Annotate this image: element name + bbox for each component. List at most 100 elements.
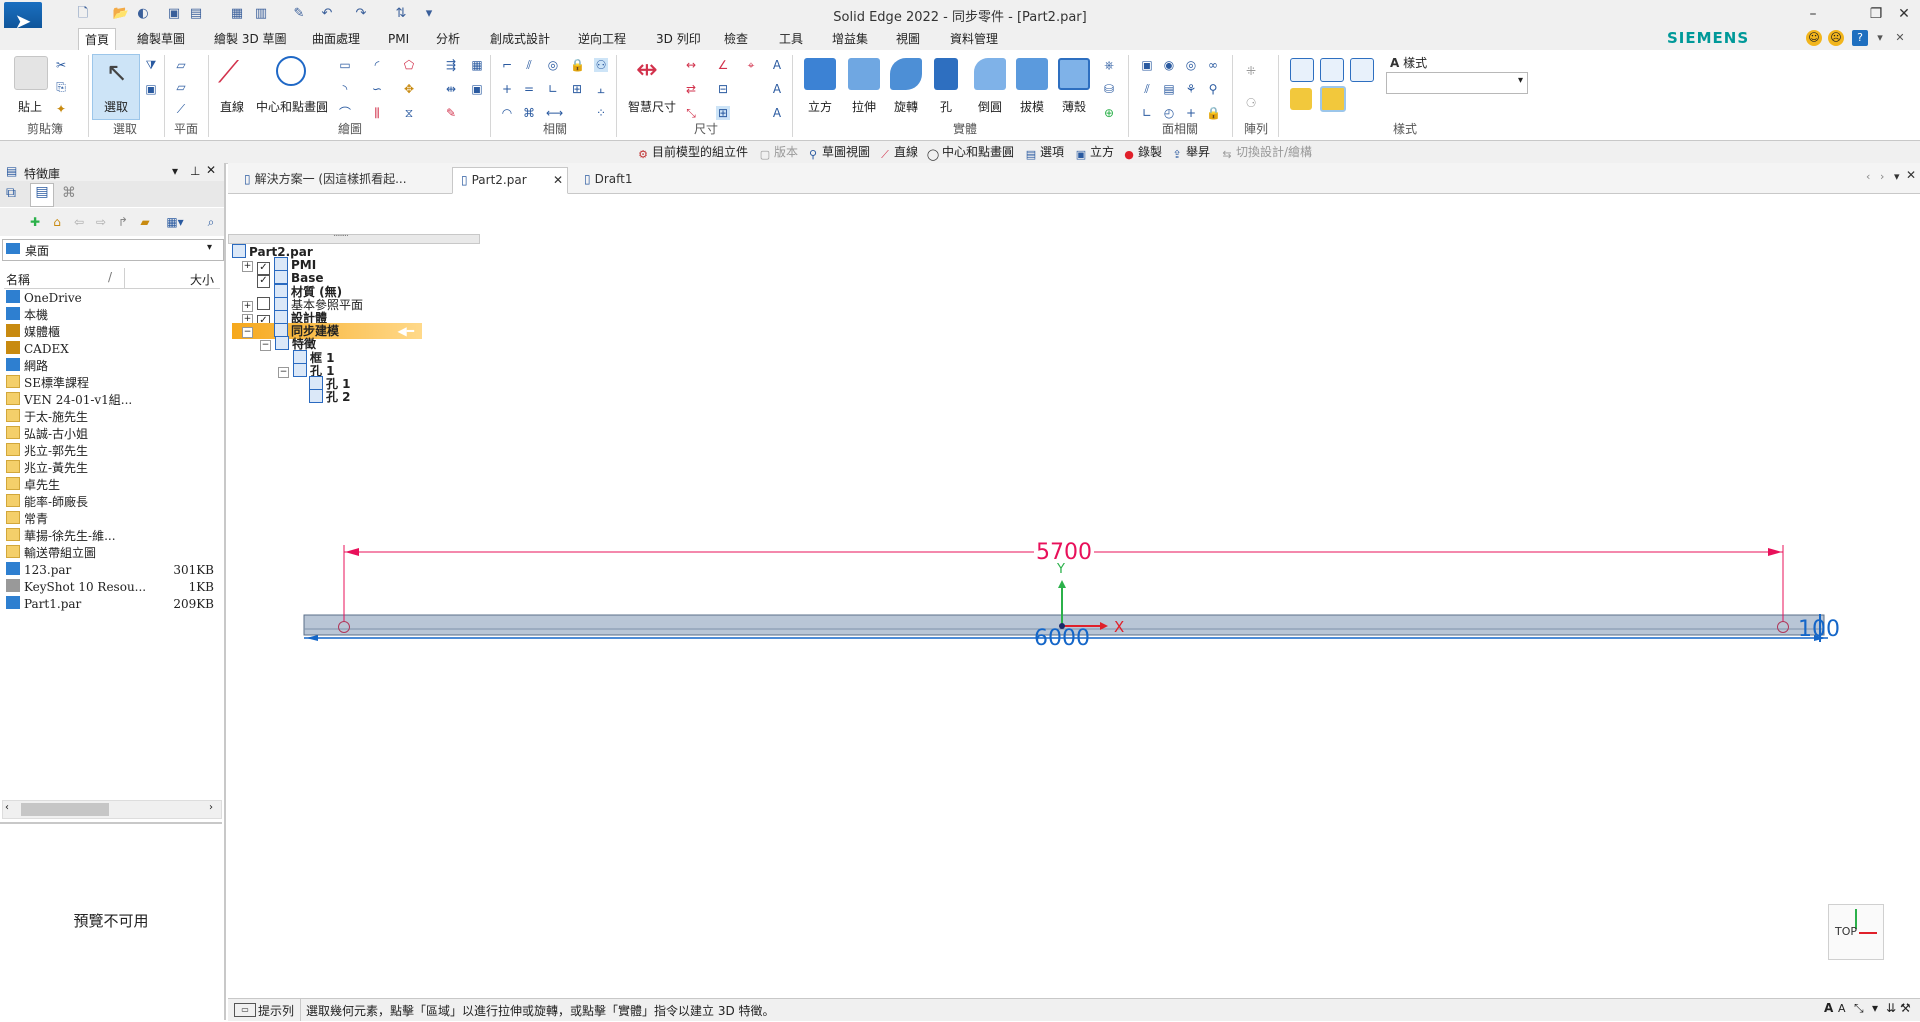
panel-close-icon[interactable]: ✕ bbox=[206, 163, 216, 177]
tab-close-all-icon[interactable]: ✕ bbox=[1906, 168, 1916, 182]
symmetric-icon[interactable]: ⌘ bbox=[522, 106, 536, 120]
tangent-icon[interactable]: ◠ bbox=[500, 106, 514, 120]
globe-icon[interactable]: ◐ bbox=[134, 5, 152, 23]
extrude-icon[interactable] bbox=[848, 58, 880, 90]
tab-surfacing[interactable]: 曲面處理 bbox=[306, 28, 366, 50]
face-offset-icon[interactable]: ▤ bbox=[1162, 82, 1176, 96]
panel-menu-icon[interactable]: ▾ bbox=[172, 164, 178, 178]
round-icon[interactable] bbox=[974, 58, 1006, 90]
scroll-thumb[interactable] bbox=[21, 803, 109, 816]
pen-icon[interactable]: ✎ bbox=[444, 106, 458, 120]
face-parallel-icon[interactable]: ⫽ bbox=[1140, 82, 1154, 96]
ribbon-collapse-icon[interactable]: ▾ bbox=[1872, 30, 1888, 46]
face-horizontal-icon[interactable]: + bbox=[1184, 106, 1198, 120]
cmd-switch[interactable]: ⇆ 切換設計/繪構 bbox=[1220, 143, 1312, 161]
font-size-increase-icon[interactable]: A bbox=[1824, 1001, 1833, 1015]
location-dropdown[interactable]: 桌面 ▾ bbox=[2, 239, 224, 261]
pattern-icon[interactable]: ⎈ bbox=[1102, 58, 1116, 72]
grid-icon[interactable]: ⊞ bbox=[570, 82, 584, 96]
circ-pattern-icon[interactable]: ⚆ bbox=[1244, 96, 1258, 110]
rigid-icon[interactable]: ⟷ bbox=[546, 106, 563, 120]
mirror-icon[interactable]: ⧖ bbox=[402, 106, 416, 120]
plane-icon[interactable]: ▱ bbox=[174, 58, 188, 72]
intellisketch-icon[interactable]: ▣ bbox=[470, 82, 484, 96]
tab-part2[interactable]: ▯ Part2.par ✕ bbox=[452, 167, 568, 194]
chamfer-dim-icon[interactable]: ⊟ bbox=[716, 82, 730, 96]
dimension-lock-icon[interactable]: ⫠ bbox=[594, 82, 608, 96]
cmd-sketch-view[interactable]: ⚲ 草圖視圖 bbox=[806, 143, 870, 161]
tab-library-icon[interactable]: ▤ bbox=[30, 183, 54, 207]
up-folder-icon[interactable]: ↱ bbox=[116, 215, 130, 229]
connect-icon[interactable]: ⌐ bbox=[500, 58, 514, 72]
distance-dim-icon[interactable]: ↔ bbox=[684, 58, 698, 72]
style-dropdown[interactable]: ▾ bbox=[1386, 72, 1528, 94]
face-concentric-icon[interactable]: ◉ bbox=[1162, 58, 1176, 72]
offset-icon[interactable]: ⫼ bbox=[370, 106, 384, 120]
view-cube[interactable]: TOP bbox=[1828, 904, 1884, 960]
tab-close-icon[interactable]: ✕ bbox=[553, 168, 563, 192]
tab-list-icon[interactable]: ▾ bbox=[1894, 170, 1900, 183]
list-item[interactable]: 網路 bbox=[6, 358, 220, 375]
hole-icon[interactable] bbox=[934, 58, 958, 90]
draft-icon[interactable] bbox=[1016, 58, 1048, 90]
tab-scroll-left-icon[interactable]: ‹ bbox=[1866, 170, 1870, 183]
view-dim-icon[interactable] bbox=[1320, 58, 1344, 82]
add-icon[interactable]: ✚ bbox=[28, 215, 42, 229]
list-item[interactable]: OneDrive bbox=[6, 290, 220, 307]
cmd-version[interactable]: ▢ 版本 bbox=[758, 143, 798, 161]
list-item[interactable]: 常青 bbox=[6, 511, 220, 528]
relate-icon[interactable]: ⇹ bbox=[444, 82, 458, 96]
face-coplanar-icon[interactable]: ▣ bbox=[1140, 58, 1154, 72]
list-item[interactable]: VEN 24-01-v1組... bbox=[6, 392, 220, 409]
copy-icon[interactable]: ⎘ bbox=[54, 80, 68, 94]
text-angle-icon[interactable]: A bbox=[770, 106, 784, 120]
revolve-icon[interactable] bbox=[890, 58, 922, 90]
pin-icon[interactable]: ⊥ bbox=[190, 164, 200, 178]
view-mode-icon[interactable]: ▦▾ bbox=[162, 215, 188, 229]
print-icon[interactable]: ▥ bbox=[252, 5, 270, 23]
shaded-edges-icon[interactable] bbox=[1320, 86, 1346, 112]
include-icon[interactable]: ▦ bbox=[470, 58, 484, 72]
face-symmetric-icon[interactable]: ◎ bbox=[1184, 58, 1198, 72]
list-item[interactable]: CADEX bbox=[6, 341, 220, 358]
tab-view[interactable]: 視圖 bbox=[890, 28, 926, 50]
tab-add-ins[interactable]: 增益集 bbox=[826, 28, 874, 50]
add-body-icon[interactable]: ⊕ bbox=[1102, 106, 1116, 120]
cmd-options[interactable]: ▤ 選項 bbox=[1024, 143, 1064, 161]
tab-data-management[interactable]: 資料管理 bbox=[944, 28, 1004, 50]
plane-angle-icon[interactable]: ⟋ bbox=[174, 102, 188, 116]
list-item[interactable]: 本機 bbox=[6, 307, 220, 324]
polygon-icon[interactable]: ⬠ bbox=[402, 58, 416, 72]
list-item[interactable]: KeyShot 10 Resou... 1KB bbox=[6, 579, 220, 596]
relation-handle-icon[interactable]: ⁘ bbox=[594, 106, 608, 120]
tab-3d-print[interactable]: 3D 列印 bbox=[650, 28, 707, 50]
frown-icon[interactable]: ☹ bbox=[1828, 30, 1844, 46]
lock-icon[interactable]: 🔒 bbox=[570, 58, 585, 72]
pan-icon[interactable]: ⇊ bbox=[1886, 1001, 1896, 1015]
projection-icon[interactable]: ⇶ bbox=[444, 58, 458, 72]
qat-dropdown-icon[interactable]: ▾ bbox=[420, 5, 438, 23]
face-align-icon[interactable]: ◴ bbox=[1162, 106, 1176, 120]
new-folder-icon[interactable]: ▰ bbox=[138, 215, 152, 229]
angular-coord-icon[interactable]: ⤡ bbox=[684, 106, 698, 120]
thin-wall-icon[interactable] bbox=[1058, 58, 1090, 90]
tab-draft1[interactable]: ▯ Draft1 bbox=[576, 167, 666, 191]
back-icon[interactable]: ⇦ bbox=[72, 215, 86, 229]
cmd-record[interactable]: ● 錄製 bbox=[1122, 143, 1162, 161]
arc-icon[interactable]: ◜ bbox=[370, 58, 384, 72]
symmetric-dim-icon[interactable]: ⇄ bbox=[684, 82, 698, 96]
save-icon[interactable]: ▣ bbox=[165, 5, 183, 23]
view-tri-icon[interactable] bbox=[1350, 58, 1374, 82]
tab-tools[interactable]: 工具 bbox=[773, 28, 809, 50]
face-tangent-icon[interactable]: ∞ bbox=[1206, 58, 1220, 72]
fillet-icon[interactable]: ◝ bbox=[338, 82, 352, 96]
minimize-button[interactable]: – bbox=[1801, 3, 1825, 25]
tab-pmi[interactable]: PMI bbox=[382, 28, 415, 50]
save-as-icon[interactable]: ▤ bbox=[187, 5, 205, 23]
tab-3d-sketch[interactable]: 繪製 3D 草圖 bbox=[208, 28, 293, 50]
scroll-right-icon[interactable]: › bbox=[209, 802, 213, 813]
list-item[interactable]: 弘誠-古小姐 bbox=[6, 426, 220, 443]
paste-icon[interactable] bbox=[14, 56, 48, 90]
cmd-lift[interactable]: ⇪ 舉昇 bbox=[1170, 143, 1210, 161]
tab-layers-icon[interactable]: ⌘ bbox=[62, 185, 80, 203]
